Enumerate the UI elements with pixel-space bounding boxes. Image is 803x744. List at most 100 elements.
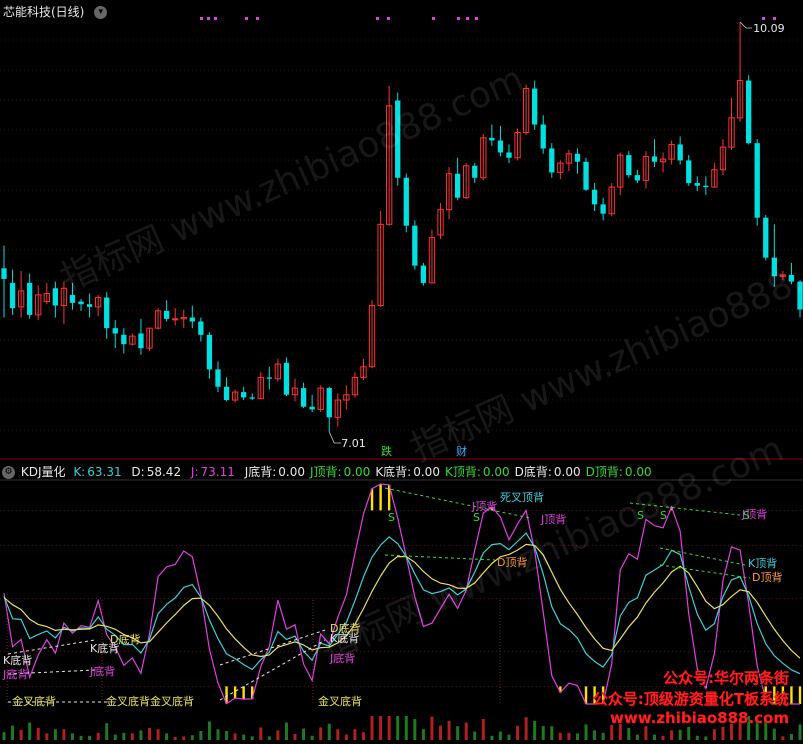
volume-bar [216, 729, 220, 740]
candle-body [788, 274, 795, 282]
golden-cross-label: 金叉底背 [106, 694, 150, 708]
volume-bar [19, 729, 23, 740]
candle-body [189, 317, 195, 322]
volume-bar [88, 735, 92, 740]
volume-bar [439, 725, 443, 740]
volume-bar [53, 729, 57, 740]
candle-body [78, 301, 84, 305]
j-bottom-div-label: J底背 [329, 651, 355, 665]
candle-body [395, 100, 401, 178]
volume-bar [148, 728, 152, 740]
volume-bar [70, 733, 74, 740]
k-bottom-div-label: K底背 [3, 653, 32, 667]
top-div-line [659, 564, 751, 579]
death-cross-label: 死叉顶背 [500, 490, 544, 504]
candle-body [163, 310, 170, 319]
candle-body [104, 297, 110, 329]
low-pointer [328, 431, 342, 444]
sell-mark: S [637, 509, 644, 522]
volume-bar [464, 722, 468, 740]
stat-value: 0.00 [413, 465, 440, 479]
volume-bar [11, 725, 15, 740]
j-value: 73.11 [200, 465, 235, 479]
candle-body [1, 268, 7, 279]
candle-body [121, 334, 127, 345]
candle-body [198, 321, 204, 335]
candle-body [634, 175, 641, 181]
candle-body [215, 369, 221, 387]
d-value: 58.42 [146, 465, 182, 479]
stat-label: J底背: [244, 465, 277, 479]
volume-bar [490, 735, 494, 740]
golden-cross-label: 金叉底背 [150, 694, 194, 708]
volume-bar [789, 734, 793, 740]
candle-body [677, 144, 683, 161]
stat-item: D底背: 0.00 [515, 465, 581, 479]
chevron-down-icon[interactable]: ▾ [94, 6, 108, 19]
golden-cross-label: 金叉底背 [12, 694, 56, 708]
volume-bar [635, 734, 639, 740]
volume-bar [644, 726, 648, 740]
volume-bar [481, 719, 485, 740]
candle-body [138, 333, 144, 349]
candle-body [86, 304, 93, 307]
candle-body [472, 165, 478, 178]
volume-bar [516, 725, 520, 740]
volume-bar [584, 724, 588, 740]
stat-value: 0.00 [482, 465, 510, 479]
volume-bar [259, 727, 263, 740]
volume-bar [79, 735, 83, 740]
stock-chart-svg: 10.097.01跌 财K底背J底背K底背D底背J底背D底背K底背J底背金叉底背金… [0, 17, 803, 740]
volume-bar [712, 729, 716, 740]
j-label: J: [190, 465, 199, 479]
candle-body [797, 281, 803, 310]
k-label: K: [73, 465, 86, 479]
j-top-div-label: J顶背 [540, 512, 566, 526]
volume-bar [456, 726, 460, 740]
indicator-name: KDJ量化 [20, 465, 66, 479]
k-line [3, 532, 801, 675]
candle-body [283, 362, 290, 395]
volume-bar [695, 735, 699, 740]
volume-bar [225, 731, 229, 740]
signal-dot [376, 17, 379, 20]
volume-bar [267, 736, 271, 740]
candle-body [703, 185, 709, 188]
volume-bar [370, 716, 374, 740]
candle-body [309, 406, 315, 410]
volume-bar [533, 720, 537, 740]
d-top-div-label: D顶背 [752, 570, 782, 584]
j-oversold-bar [242, 686, 245, 700]
d-top-div-label: D顶背 [497, 555, 527, 569]
candle-body [694, 183, 700, 186]
volume-bar [139, 730, 143, 740]
candle-body [206, 334, 213, 370]
price-header: 芯能科技(日线) ▾ [3, 3, 113, 20]
signal-dot [773, 17, 776, 20]
stat-item: D顶背: 0.00 [586, 465, 652, 479]
signal-dot [207, 17, 210, 20]
candle-body [9, 282, 16, 309]
candle-body [532, 88, 538, 125]
volume-bar [62, 729, 66, 740]
golden-cross-label: 金叉底背 [318, 694, 362, 708]
volume-bar [96, 732, 100, 740]
volume-bar [524, 717, 528, 740]
candle-body [549, 148, 555, 173]
gear-icon[interactable]: ⚙ [2, 466, 15, 479]
stat-item: K底背: 0.00 [375, 465, 440, 479]
volume-bar [627, 728, 631, 740]
volume-bar [413, 719, 417, 740]
candle-body [420, 265, 427, 283]
candle-body [574, 153, 581, 162]
stat-label: D顶背: [585, 465, 623, 479]
chart-title: 芯能科技(日线) [3, 5, 85, 19]
candle-body [52, 288, 59, 306]
stat-label: K底背: [375, 465, 412, 479]
k-top-div-label: K顶背 [748, 556, 777, 570]
stat-item: J底背: 0.00 [245, 465, 305, 479]
volume-bar [233, 733, 237, 740]
sell-mark: S [473, 511, 480, 524]
volume-bar [319, 727, 323, 740]
volume-bar [593, 730, 597, 740]
